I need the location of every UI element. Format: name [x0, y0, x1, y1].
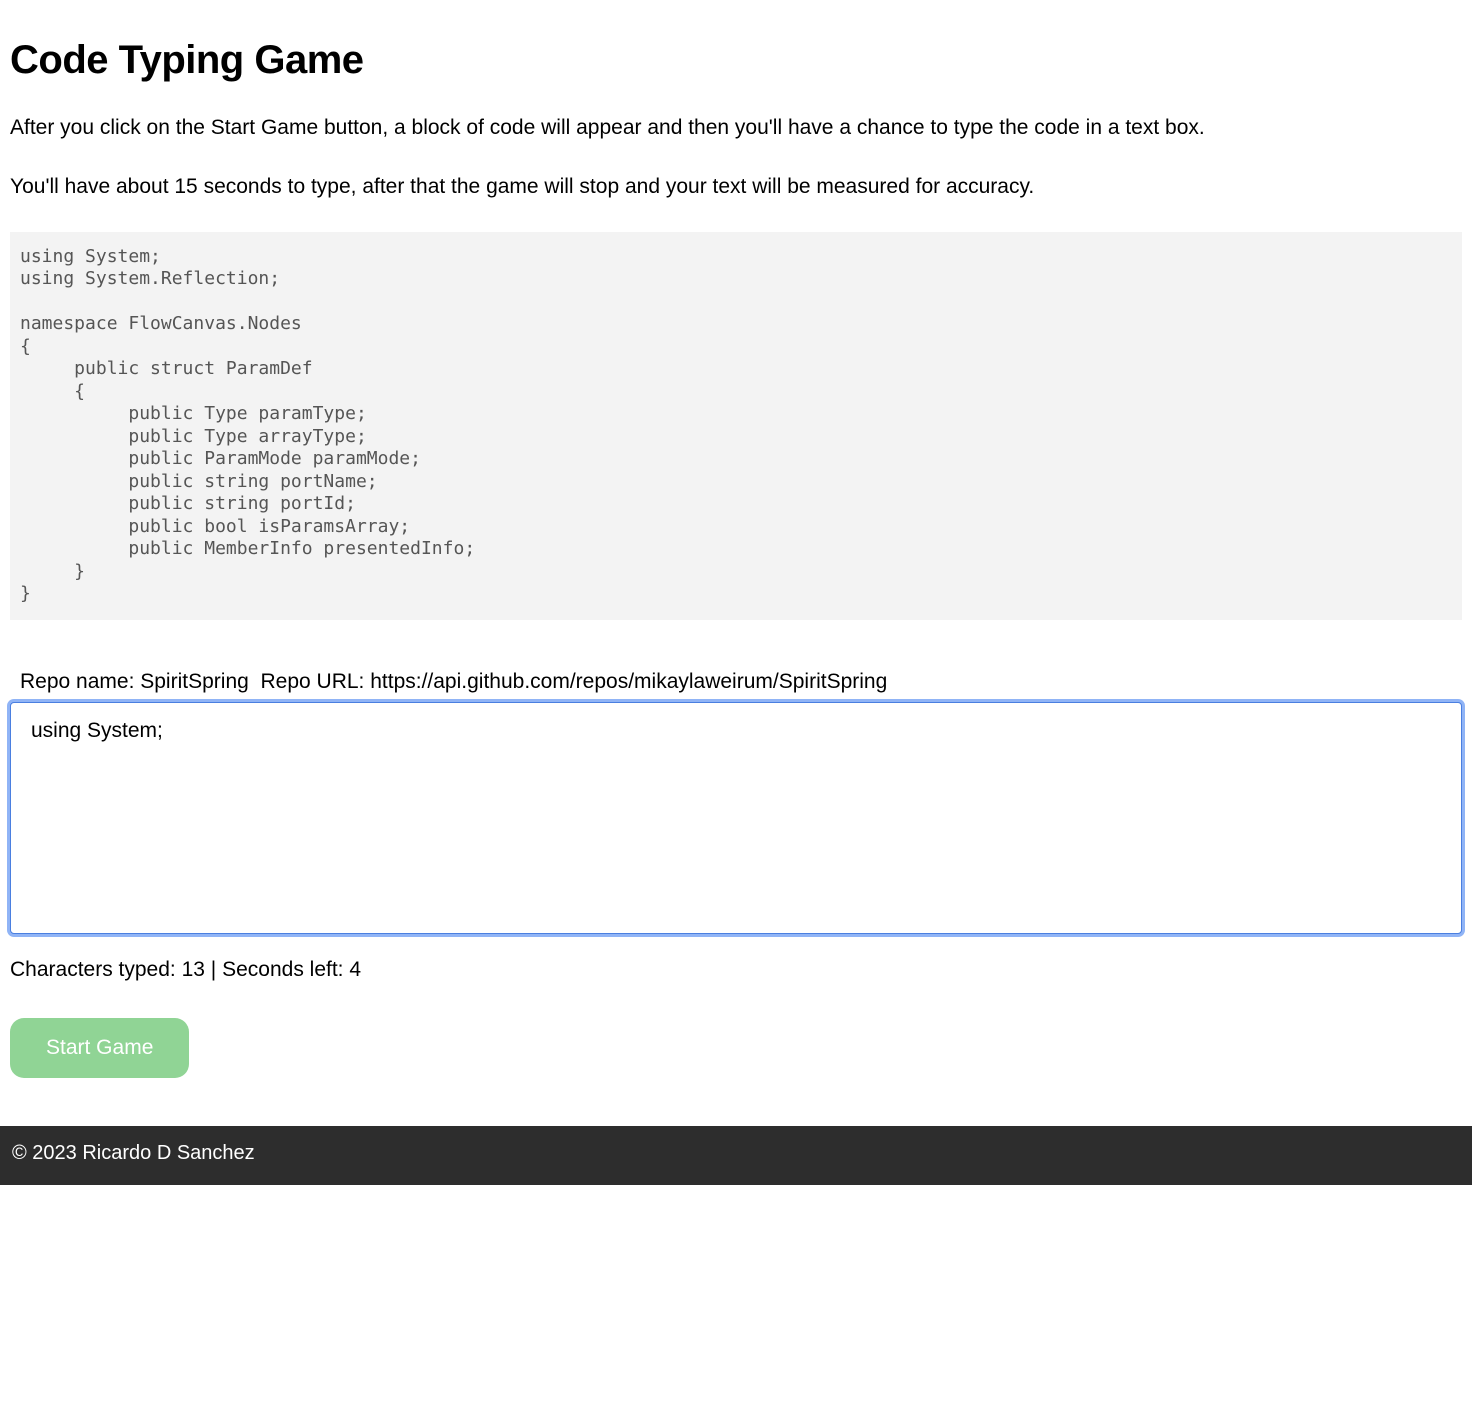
- code-sample: using System; using System.Reflection; n…: [10, 232, 1462, 620]
- repo-name-value: SpiritSpring: [140, 670, 249, 693]
- repo-url-label: Repo URL:: [260, 670, 364, 693]
- repo-url-value: https://api.github.com/repos/mikaylaweir…: [370, 670, 887, 693]
- instruction-line-2: You'll have about 15 seconds to type, af…: [10, 172, 1462, 201]
- footer: © 2023 Ricardo D Sanchez: [0, 1126, 1472, 1185]
- typing-input[interactable]: [10, 702, 1462, 934]
- seconds-left-label: Seconds left:: [222, 958, 343, 981]
- start-game-button[interactable]: Start Game: [10, 1018, 189, 1078]
- repo-info: Repo name: SpiritSpring Repo URL: https:…: [20, 670, 1462, 694]
- copyright-text: © 2023 Ricardo D Sanchez: [12, 1142, 255, 1164]
- page-title: Code Typing Game: [10, 38, 1462, 83]
- seconds-left-value: 4: [349, 958, 361, 981]
- instruction-line-1: After you click on the Start Game button…: [10, 113, 1462, 142]
- status-separator: |: [211, 958, 216, 981]
- repo-name-label: Repo name:: [20, 670, 134, 693]
- status-line: Characters typed: 13 | Seconds left: 4: [10, 958, 1462, 982]
- chars-typed-value: 13: [182, 958, 205, 981]
- chars-typed-label: Characters typed:: [10, 958, 176, 981]
